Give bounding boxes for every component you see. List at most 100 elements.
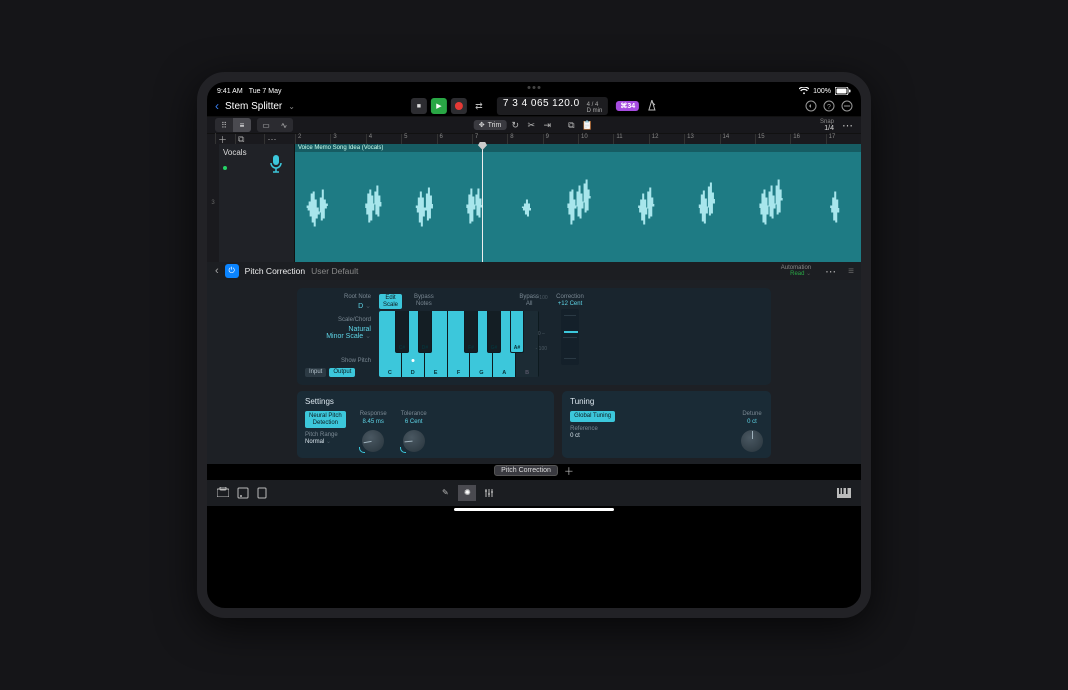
home-indicator[interactable]: [454, 508, 614, 511]
display-segment[interactable]: ▭ ∿: [257, 118, 293, 132]
settings-icon[interactable]: [841, 100, 853, 112]
output-button[interactable]: Output: [329, 368, 355, 377]
lcd-display[interactable]: 7 3 4 065 120.0 4 / 4 D min: [497, 97, 608, 115]
tolerance-label: Tolerance: [401, 411, 427, 418]
tempo: 120.0: [552, 98, 580, 109]
cycle-button[interactable]: ⇄: [471, 98, 487, 114]
battery-pct: 100%: [813, 88, 831, 95]
join-tool-icon[interactable]: ⇥: [540, 118, 554, 132]
key-sig: D min: [587, 108, 603, 114]
keyboard-icon[interactable]: [837, 488, 851, 498]
paste-icon[interactable]: 📋: [580, 118, 594, 132]
transport: ■ ▶ ⇄ 7 3 4 065 120.0 4 / 4 D min ⌘34: [411, 97, 657, 115]
global-tuning-chip[interactable]: Global Tuning: [570, 411, 615, 422]
root-note-value[interactable]: D ⌄: [305, 303, 371, 311]
region-name: Voice Memo Song Idea (Vocals): [295, 144, 861, 152]
track-lane[interactable]: Voice Memo Song Idea (Vocals): [295, 144, 861, 262]
scale-value[interactable]: NaturalMinor Scale ⌄: [305, 326, 371, 341]
automation-mode[interactable]: Automation Read ⌄: [781, 265, 811, 277]
bypass-notes-button[interactable]: Bypass Notes: [414, 294, 434, 307]
title-bar: ‹ Stem Splitter ⌄ ■ ▶ ⇄ 7 3 4 065 120.0 …: [207, 96, 861, 116]
pitch-keyboard-panel: Root Note D ⌄ Scale/Chord NaturalMinor S…: [297, 288, 771, 385]
settings-panel: Settings Neural Pitch Detection Pitch Ra…: [297, 391, 554, 458]
help-icon[interactable]: ?: [823, 100, 835, 112]
plugin-power-button[interactable]: ⏻: [225, 264, 239, 278]
tuning-title: Tuning: [570, 397, 763, 406]
metronome-icon[interactable]: [647, 100, 657, 112]
view-mode-segment[interactable]: ⠿ ≡: [215, 118, 251, 132]
wifi-icon: [799, 87, 809, 95]
key-gsharp[interactable]: G#: [487, 311, 501, 353]
count-in-badge[interactable]: ⌘34: [616, 101, 639, 111]
back-button[interactable]: ‹: [215, 100, 219, 112]
detune-value: 0 ct: [747, 419, 757, 426]
record-enable-dot[interactable]: [223, 166, 227, 170]
pointer-tool[interactable]: ✥ Trim: [474, 120, 507, 130]
scissors-icon[interactable]: ✂: [524, 118, 538, 132]
status-bar: 9:41 AM Tue 7 May 100%: [207, 82, 861, 96]
duplicate-track-icon[interactable]: ⧉: [235, 134, 244, 145]
play-button[interactable]: ▶: [431, 98, 447, 114]
key-csharp[interactable]: C#: [395, 311, 409, 353]
tracks-area[interactable]: 3 Vocals Voice Memo Song Idea (Vocals): [207, 144, 861, 262]
show-pitch-label: Show Pitch: [305, 358, 371, 365]
svg-text:?: ?: [827, 104, 831, 111]
edit-scale-button[interactable]: Edit Scale: [379, 294, 402, 309]
mic-icon: [268, 154, 284, 174]
stop-button[interactable]: ■: [411, 98, 427, 114]
plugin-header-bar: ‹ ⏻ Pitch Correction User Default Automa…: [207, 262, 861, 280]
notes-icon[interactable]: [257, 487, 267, 499]
add-plugin-icon[interactable]: ＋: [564, 463, 574, 478]
secondary-toolbar: ⠿ ≡ ▭ ∿ ✥ Trim ↻ ✂ ⇥ ⧉ 📋 Snap 1/4 ⋯: [207, 116, 861, 134]
key-fsharp[interactable]: F#: [464, 311, 478, 353]
input-button[interactable]: Input: [305, 368, 326, 377]
audio-region[interactable]: Voice Memo Song Idea (Vocals): [295, 144, 861, 262]
timeline-ruler[interactable]: ＋ ⧉ ⋯ 234567891011121314151617: [207, 134, 861, 144]
fx-view-icon[interactable]: ✺: [458, 485, 476, 501]
region-view-icon[interactable]: ▭: [257, 118, 275, 132]
record-button[interactable]: [451, 98, 467, 114]
tolerance-knob[interactable]: [403, 430, 425, 452]
settings-title: Settings: [305, 397, 546, 406]
key-asharp[interactable]: A#: [510, 311, 524, 353]
battery-icon: [835, 87, 851, 95]
plugin-menu-icon[interactable]: ≡: [848, 266, 853, 277]
key-dsharp[interactable]: D#: [418, 311, 432, 353]
plugin-back-button[interactable]: ‹: [215, 265, 219, 277]
detune-knob[interactable]: [741, 430, 763, 452]
correction-meter: [561, 309, 579, 365]
more-icon[interactable]: ⋯: [842, 119, 853, 132]
pitch-range[interactable]: Pitch Range Normal ⌄: [305, 432, 338, 446]
undo-icon[interactable]: [805, 100, 817, 112]
plugin-name[interactable]: Pitch Correction: [245, 266, 305, 276]
project-title[interactable]: Stem Splitter: [225, 101, 282, 112]
browser-icon[interactable]: [217, 487, 229, 499]
detune-label: Detune: [742, 411, 761, 418]
tuning-panel: Tuning Global Tuning Reference 0 ct Detu…: [562, 391, 771, 458]
library-icon[interactable]: [237, 487, 249, 499]
response-value: 8.45 ms: [363, 419, 384, 426]
grid-view-icon[interactable]: ⠿: [215, 118, 233, 132]
track-more-icon[interactable]: ⋯: [264, 134, 276, 145]
copy-icon[interactable]: ⧉: [564, 118, 578, 132]
plugin-slot-row: Pitch Correction ＋: [207, 464, 861, 478]
correction-value: +12 Cent: [547, 301, 593, 307]
plugin-slot-chip[interactable]: Pitch Correction: [494, 465, 558, 476]
snap-setting[interactable]: Snap 1/4: [820, 119, 834, 132]
tolerance-value: 6 Cent: [405, 419, 423, 426]
sliders-icon[interactable]: [480, 485, 498, 501]
pointer-icon: ✥: [479, 121, 485, 129]
title-dropdown-icon[interactable]: ⌄: [288, 102, 295, 111]
response-knob[interactable]: [362, 430, 384, 452]
neural-pitch-chip[interactable]: Neural Pitch Detection: [305, 411, 346, 428]
track-header[interactable]: Vocals: [219, 144, 295, 262]
plugin-more-icon[interactable]: ⋯: [825, 265, 836, 278]
edit-icon[interactable]: ✎: [436, 485, 454, 501]
scale-keyboard[interactable]: C D E F G A B C# D# F# G# A#: [379, 311, 539, 377]
status-date: Tue 7 May: [249, 88, 282, 95]
plugin-preset[interactable]: User Default: [311, 266, 358, 276]
loop-tool-icon[interactable]: ↻: [508, 118, 522, 132]
list-view-icon[interactable]: ≡: [233, 118, 251, 132]
automation-view-icon[interactable]: ∿: [275, 118, 293, 132]
waveform: [295, 172, 861, 244]
